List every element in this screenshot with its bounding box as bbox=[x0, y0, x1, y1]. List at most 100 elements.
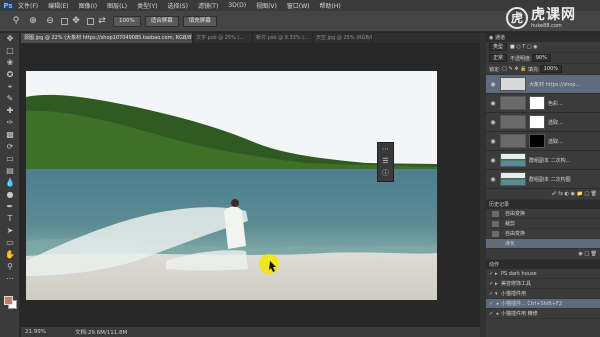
action-set[interactable]: ✓ ▸ 美容修饰工具 bbox=[486, 279, 600, 289]
menu-3d[interactable]: 3D(D) bbox=[228, 2, 246, 9]
menu-layer[interactable]: 图层(L) bbox=[107, 1, 127, 10]
eyedropper-tool-icon[interactable]: ✎ bbox=[0, 93, 20, 105]
layer-row[interactable]: ◉ 选取... bbox=[486, 132, 600, 151]
move-tool-icon[interactable]: ✥ bbox=[0, 33, 20, 45]
layer-name[interactable]: 群组副本 二次构... bbox=[529, 157, 570, 164]
visibility-eye-icon[interactable]: ◉ bbox=[489, 157, 497, 164]
visibility-eye-icon[interactable]: ◉ bbox=[489, 100, 497, 107]
dodge-tool-icon[interactable]: ● bbox=[0, 189, 20, 201]
scrubby-zoom-checkbox[interactable] bbox=[87, 17, 94, 25]
resize-windows-checkbox[interactable] bbox=[61, 17, 68, 25]
menu-image[interactable]: 图像(I) bbox=[79, 1, 97, 10]
visibility-eye-icon[interactable]: ◉ bbox=[489, 176, 497, 183]
history-brush-tool-icon[interactable]: ⟳ bbox=[0, 141, 20, 153]
lock-label: 锁定: bbox=[489, 66, 501, 73]
actions-tab-bar: 动作 bbox=[486, 260, 600, 269]
quick-select-tool-icon[interactable]: ✪ bbox=[0, 69, 20, 81]
layer-row[interactable]: ◉ 色彩... bbox=[486, 94, 600, 113]
shape-tool-icon[interactable]: ▭ bbox=[0, 237, 20, 249]
blur-tool-icon[interactable]: 💧 bbox=[0, 177, 20, 189]
path-select-tool-icon[interactable]: ➤ bbox=[0, 225, 20, 237]
lake-bride-photo bbox=[26, 71, 437, 300]
layer-footer-icons[interactable]: ☍ fx ◐ ◉ 📁 □ 🗑 bbox=[552, 191, 597, 197]
properties-icon[interactable]: ☰ bbox=[378, 155, 393, 167]
layer-name[interactable]: 色彩... bbox=[548, 100, 563, 107]
brush-tool-icon[interactable]: ✑ bbox=[0, 117, 20, 129]
eraser-tool-icon[interactable]: ▭ bbox=[0, 153, 20, 165]
menu-file[interactable]: 文件(F) bbox=[18, 1, 38, 10]
zoom-tool-icon-small[interactable]: ⚲ bbox=[0, 261, 20, 273]
action-set[interactable]: ✓ ▸ PS dark house bbox=[486, 269, 600, 279]
menu-type[interactable]: 类型(Y) bbox=[137, 1, 157, 10]
history-item[interactable]: 裁剪 bbox=[486, 219, 600, 229]
layer-name[interactable]: 大象材 https://shop... bbox=[529, 81, 580, 88]
zoom-out-icon[interactable]: ⊖ bbox=[44, 15, 56, 27]
collapse-panel-icon[interactable]: ⋯ bbox=[378, 143, 393, 155]
action-item[interactable]: ✓ ▸ 小猫插件... Ctrl+Shift+F2 bbox=[486, 299, 600, 309]
zoom-level[interactable]: 21.99% bbox=[25, 329, 55, 335]
layer-row[interactable]: ◉ 群组副本 二次构... bbox=[486, 151, 600, 170]
menu-edit[interactable]: 编辑(E) bbox=[48, 1, 68, 10]
crop-tool-icon[interactable]: ⌖ bbox=[0, 81, 20, 93]
blend-mode-select[interactable]: 正常 bbox=[489, 54, 508, 62]
filter-icons[interactable]: ■ ○ T □ ◉ bbox=[510, 44, 538, 50]
menu-help[interactable]: 帮助(H) bbox=[320, 1, 341, 10]
history-label: 液化 bbox=[505, 241, 516, 247]
tab-text-psb[interactable]: 文字.psb @ 25% (... bbox=[193, 33, 253, 43]
info-icon[interactable]: ⓘ bbox=[378, 167, 393, 179]
visibility-eye-icon[interactable]: ◉ bbox=[489, 138, 497, 145]
action-item[interactable]: ✓ ▸ 小猫插件用 精修 bbox=[486, 309, 600, 319]
document-size[interactable]: 文档:29.6M/111.8M bbox=[75, 328, 127, 336]
menu-window[interactable]: 窗口(W) bbox=[287, 1, 310, 10]
foreground-color-swatch[interactable] bbox=[4, 296, 13, 305]
layer-row[interactable]: ◉ 大象材 https://shop... bbox=[486, 75, 600, 94]
layer-row[interactable]: ◉ 群组副本 二次构图 bbox=[486, 170, 600, 189]
opacity-input[interactable]: 90% bbox=[531, 54, 551, 62]
layer-filter-select[interactable]: 类型 bbox=[489, 43, 508, 51]
history-footer-icons[interactable]: ◉ □ 🗑 bbox=[578, 251, 597, 257]
type-tool-icon[interactable]: T bbox=[0, 213, 20, 225]
clone-stamp-tool-icon[interactable]: ▩ bbox=[0, 129, 20, 141]
healing-brush-tool-icon[interactable]: ✚ bbox=[0, 105, 20, 117]
zoom-tool-icon[interactable]: ⚲ bbox=[10, 15, 22, 27]
history-item[interactable]: 自由变换 bbox=[486, 229, 600, 239]
brand-url: huke88.com bbox=[531, 22, 562, 29]
menu-view[interactable]: 视图(V) bbox=[256, 1, 277, 10]
lasso-tool-icon[interactable]: ❀ bbox=[0, 57, 20, 69]
document-image[interactable] bbox=[26, 71, 437, 300]
layer-thumbnail bbox=[500, 172, 526, 186]
history-item[interactable]: 自由变换 bbox=[486, 209, 600, 219]
hand-tool-icon[interactable]: ✋ bbox=[0, 249, 20, 261]
pen-tool-icon[interactable]: ✒ bbox=[0, 201, 20, 213]
zoom-all-windows-icon[interactable]: ✥ bbox=[70, 15, 82, 27]
fill-input[interactable]: 100% bbox=[539, 65, 562, 73]
menu-select[interactable]: 选择(S) bbox=[167, 1, 188, 10]
gradient-tool-icon[interactable]: ▤ bbox=[0, 165, 20, 177]
tab-source-jpg[interactable]: 源图.jpg @ 22% (大象材 https://shop107049085.… bbox=[21, 33, 193, 43]
more-tools-icon[interactable]: ⋯ bbox=[0, 273, 20, 285]
tools-panel: ✥ □ ❀ ✪ ⌖ ✎ ✚ ✑ ▩ ⟳ ▭ ▤ 💧 ● ✒ T ➤ ▭ ✋ ⚲ … bbox=[0, 33, 20, 337]
zoom-in-icon[interactable]: ⊕ bbox=[27, 15, 39, 27]
lock-icons[interactable]: □ ✎ ✥ 🔒 bbox=[501, 66, 528, 72]
fit-screen-button[interactable]: 适合屏幕 bbox=[144, 15, 179, 27]
layer-name[interactable]: 选取... bbox=[548, 119, 563, 126]
action-set[interactable]: ✓ ▾ 小猫插件用 bbox=[486, 289, 600, 299]
visibility-eye-icon[interactable]: ◉ bbox=[489, 119, 497, 126]
actual-pixels-button[interactable]: 100% bbox=[113, 15, 141, 27]
visibility-eye-icon[interactable]: ◉ bbox=[489, 81, 497, 88]
layer-name[interactable]: 群组副本 二次构图 bbox=[529, 176, 571, 183]
layer-row[interactable]: ◉ 选取... bbox=[486, 113, 600, 132]
tab-history[interactable]: 历史记录 bbox=[489, 201, 509, 208]
scrubby-zoom-icon[interactable]: ⇄ bbox=[96, 15, 108, 27]
tab-actions[interactable]: 动作 bbox=[489, 261, 499, 268]
action-label: 美容修饰工具 bbox=[501, 281, 532, 287]
history-item[interactable]: 液化 bbox=[486, 239, 600, 249]
tab-new-psb[interactable]: 新付.psb @ 8.33% (... bbox=[253, 33, 313, 43]
fill-screen-button[interactable]: 填充屏幕 bbox=[182, 15, 217, 27]
menu-filter[interactable]: 滤镜(T) bbox=[198, 1, 218, 10]
tab-sky-jpg[interactable]: 天空.jpg @ 25% (RGB/8... bbox=[313, 33, 373, 43]
tab-channels[interactable]: 通道 bbox=[495, 34, 505, 41]
marquee-tool-icon[interactable]: □ bbox=[0, 45, 20, 57]
layer-name[interactable]: 选取... bbox=[548, 138, 563, 145]
canvas-area[interactable]: ⋯ ☰ ⓘ bbox=[21, 43, 480, 326]
